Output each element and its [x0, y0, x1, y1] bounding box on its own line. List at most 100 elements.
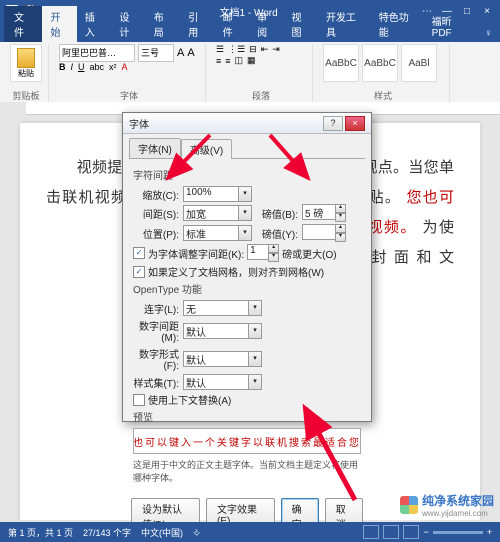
section-preview: 预览 [133, 409, 361, 424]
status-words[interactable]: 27/143 个字 [83, 526, 131, 539]
grid-checkbox[interactable]: ✓ [133, 266, 145, 278]
numspacing-select[interactable]: 默认 [183, 323, 248, 339]
font-size-select[interactable]: 三号 [138, 44, 174, 62]
numform-select[interactable]: 默认 [183, 351, 248, 367]
spin-down-icon[interactable]: ▾ [268, 253, 279, 262]
dialog-tab-advanced[interactable]: 高级(V) [181, 139, 232, 159]
numform-label: 数字形式(F): [133, 346, 179, 372]
group-label-font: 字体 [59, 89, 199, 102]
spin-down-icon[interactable]: ▾ [335, 213, 346, 222]
numspacing-label: 数字间距(M): [133, 318, 179, 344]
kerning-checkbox[interactable]: ✓ [133, 247, 145, 259]
dialog-close-button[interactable]: × [345, 116, 365, 131]
view-read-button[interactable] [363, 525, 379, 539]
shading-icon[interactable]: ◫ [235, 55, 244, 66]
strike-button[interactable]: abc [90, 62, 105, 72]
group-font: 阿里巴巴普… 三号 A A B I U abc x² A 字体 [53, 44, 206, 102]
tab-foxit[interactable]: 福昕PDF [424, 10, 477, 42]
increase-font-icon[interactable]: A [177, 47, 184, 59]
align-center-icon[interactable]: ≡ [225, 56, 230, 66]
tab-references[interactable]: 引用 [180, 6, 214, 42]
indent-inc-icon[interactable]: ⇥ [272, 44, 280, 55]
bullets-icon[interactable]: ☰ [216, 44, 224, 55]
paste-button[interactable]: 粘贴 [10, 44, 42, 82]
font-family-select[interactable]: 阿里巴巴普… [59, 44, 135, 62]
style-heading1[interactable]: AaBl [401, 44, 437, 82]
zoom-out-button[interactable]: − [423, 527, 428, 537]
file-tab[interactable]: 文件 [4, 6, 42, 42]
group-label-styles: 样式 [323, 89, 443, 102]
status-page[interactable]: 第 1 页，共 1 页 [8, 526, 73, 539]
position-select[interactable]: 标准 [183, 225, 238, 241]
tab-view[interactable]: 视图 [284, 6, 318, 42]
spin-down-icon[interactable]: ▾ [335, 233, 346, 242]
align-left-icon[interactable]: ≡ [216, 56, 221, 66]
dialog-titlebar[interactable]: 字体 ? × [123, 113, 371, 134]
styleset-label: 样式集(T): [133, 375, 179, 390]
decrease-font-icon[interactable]: A [187, 47, 194, 59]
multilevel-icon[interactable]: ⊟ [249, 44, 257, 55]
chevron-down-icon[interactable]: ▾ [248, 351, 262, 367]
statusbar: 第 1 页，共 1 页 27/143 个字 中文(中国) ⎀ − + [0, 522, 500, 542]
spacing-select[interactable]: 加宽 [183, 205, 238, 221]
styleset-select[interactable]: 默认 [183, 374, 248, 390]
tab-review[interactable]: 审阅 [249, 6, 283, 42]
preview-box: 您也可以键入一个关键字以联机搜索最适合您的 [133, 428, 361, 454]
numbering-icon[interactable]: ⋮☰ [228, 44, 245, 55]
tab-home[interactable]: 开始 [42, 6, 76, 42]
spin-up-icon[interactable]: ▴ [335, 224, 346, 233]
view-print-button[interactable] [383, 525, 399, 539]
spacing-pt-input[interactable]: 5 磅 [302, 204, 335, 220]
tab-design[interactable]: 设计 [111, 6, 145, 42]
context-checkbox[interactable] [133, 394, 145, 406]
tab-special[interactable]: 特色功能 [371, 6, 424, 42]
style-nospacing[interactable]: AaBbC [362, 44, 398, 82]
tell-me[interactable]: ♀ [477, 25, 500, 42]
tab-developer[interactable]: 开发工具 [318, 6, 371, 42]
group-label-paragraph: 段落 [216, 89, 306, 102]
tab-layout[interactable]: 布局 [146, 6, 180, 42]
zoom-slider[interactable] [433, 531, 483, 534]
status-language[interactable]: 中文(中国) [141, 526, 183, 539]
ligatures-select[interactable]: 无 [183, 300, 248, 316]
scale-label: 缩放(C): [133, 187, 179, 202]
chevron-down-icon[interactable]: ▾ [238, 186, 252, 202]
watermark-logo-icon [400, 496, 418, 514]
group-styles: AaBbC AaBbC AaBl 样式 [317, 44, 450, 102]
kerning-input[interactable]: 1 [247, 244, 268, 260]
underline-button[interactable]: U [78, 62, 85, 72]
position-pt-label: 磅值(Y): [256, 226, 298, 241]
spacing-pt-label: 磅值(B): [256, 206, 298, 221]
font-color-button[interactable]: A [122, 62, 128, 72]
chevron-down-icon[interactable]: ▾ [238, 225, 252, 241]
group-label-clipboard: 剪贴板 [10, 89, 42, 102]
borders-icon[interactable]: ▦ [247, 55, 256, 66]
italic-button[interactable]: I [71, 62, 74, 72]
dialog-body: 字符间距 缩放(C): 100%▾ 间距(S): 加宽▾ 磅值(B): 5 磅▴… [129, 158, 365, 494]
group-paragraph: ☰ ⋮☰ ⊟ ⇤ ⇥ ≡ ≡ ◫ ▦ 段落 [210, 44, 313, 102]
zoom-in-button[interactable]: + [487, 527, 492, 537]
status-ime[interactable]: ⎀ [193, 527, 200, 538]
chevron-down-icon[interactable]: ▾ [248, 374, 262, 390]
watermark: 纯净系统家园 www.yijdamei.com [400, 492, 494, 518]
view-web-button[interactable] [403, 525, 419, 539]
bold-button[interactable]: B [59, 62, 66, 72]
close-button[interactable]: × [480, 6, 494, 17]
highlight-button[interactable]: x² [109, 62, 117, 72]
spin-up-icon[interactable]: ▴ [335, 204, 346, 213]
chevron-down-icon[interactable]: ▾ [238, 205, 252, 221]
dialog-tab-font[interactable]: 字体(N) [129, 138, 181, 158]
watermark-url: www.yijdamei.com [422, 509, 494, 518]
indent-dec-icon[interactable]: ⇤ [261, 44, 269, 55]
ribbon-tabs: 文件 开始 插入 设计 布局 引用 邮件 审阅 视图 开发工具 特色功能 福昕P… [0, 22, 500, 42]
tab-mailings[interactable]: 邮件 [215, 6, 249, 42]
scale-select[interactable]: 100% [183, 186, 238, 202]
tab-insert[interactable]: 插入 [77, 6, 111, 42]
chevron-down-icon[interactable]: ▾ [248, 323, 262, 339]
dialog-help-button[interactable]: ? [323, 116, 343, 131]
style-normal[interactable]: AaBbC [323, 44, 359, 82]
preview-note: 这是用于中文的正文主题字体。当前文档主题定义将使用哪种字体。 [133, 458, 361, 484]
spin-up-icon[interactable]: ▴ [268, 244, 279, 253]
chevron-down-icon[interactable]: ▾ [248, 300, 262, 316]
position-pt-input[interactable] [302, 224, 335, 240]
